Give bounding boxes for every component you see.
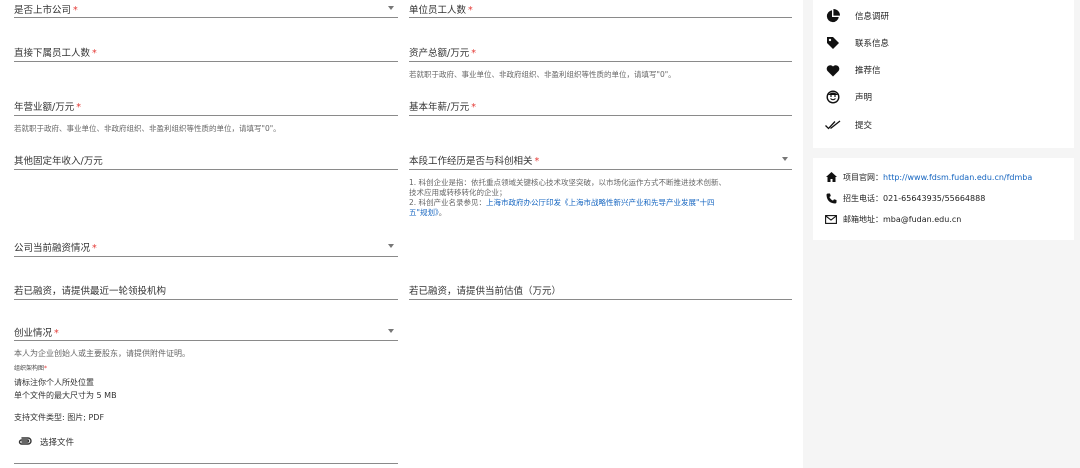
industry-plan-link-cont[interactable]: 五"规划》 [409,208,439,217]
total-assets-hint: 若就职于政府、事业单位、非政府组织、非盈利组织等性质的单位，请填写"0"。 [409,70,676,79]
mail-icon [825,213,837,225]
valuation-label: 若已融资，请提供当前估值（万元） [409,286,562,297]
website-link[interactable]: http://www.fdsm.fudan.edu.cn/fdmba [883,173,1032,182]
total-assets-label: 资产总额/万元 [409,48,470,59]
chevron-down-icon [388,244,394,248]
industry-list-prefix: 2. 科创产业名录参见： [409,198,487,207]
base-salary-input[interactable]: 基本年薪/万元 * [409,96,792,116]
tech-related-select[interactable]: 本段工作经历是否与科创相关 * [409,150,792,170]
direct-reports-label: 直接下属员工人数 [14,48,91,59]
email-row: 邮箱地址： mba@fudan.edu.cn [825,212,961,226]
startup-hint: 本人为企业创始人或主要股东，请提供附件证明。 [14,349,190,358]
other-income-input[interactable]: 其他固定年收入/万元 [14,150,398,170]
email-value[interactable]: mba@fudan.edu.cn [883,215,961,224]
nav-item-submit[interactable]: 提交 [825,117,872,133]
annual-revenue-input[interactable]: 年营业额/万元 * [14,96,398,116]
contact-card: 项目官网： http://www.fdsm.fudan.edu.cn/fdmba… [813,158,1074,240]
lead-investor-input[interactable]: 若已融资，请提供最近一轮领投机构 [14,280,398,300]
paperclip-icon [18,436,32,449]
unit-employees-label: 单位员工人数 [409,5,467,16]
valuation-input[interactable]: 若已融资，请提供当前估值（万元） [409,280,792,300]
required-mark: * [76,102,81,113]
required-mark: * [534,156,540,167]
required-mark: * [468,5,473,16]
application-form: 是否上市公司 * 单位员工人数 * 直接下属员工人数 * 资产总额/万元 * 若就职于政… [0,0,800,468]
required-mark: * [471,102,476,113]
other-income-label: 其他固定年收入/万元 [14,156,103,167]
nav-item-statement[interactable]: 声明 [825,89,872,105]
choose-file-button[interactable]: 选择文件 [18,434,74,450]
org-chart-label: 组织架构图* [14,365,48,372]
chevron-down-icon [388,6,394,10]
pie-chart-icon [825,8,841,24]
listed-company-select[interactable]: 是否上市公司 * [14,0,398,18]
nav-item-recommendation[interactable]: 推荐信 [825,62,881,78]
phone-row: 招生电话： 021-65643935/55664888 [825,191,985,205]
nav-card: 信息调研 联系信息 推荐信 声明 提交 [813,0,1074,148]
phone-value: 021-65643935/55664888 [883,193,986,203]
unit-employees-input[interactable]: 单位员工人数 * [409,0,792,18]
lead-investor-label: 若已融资，请提供最近一轮领投机构 [14,286,167,297]
face-icon [825,89,841,105]
required-mark: * [54,328,59,339]
direct-reports-input[interactable]: 直接下属员工人数 * [14,42,398,62]
chevron-down-icon [782,157,788,161]
required-mark: * [92,48,97,59]
financing-label: 公司当前融资情况 [14,243,91,254]
tech-related-hint-3: 2. 科创产业名录参见：上海市政府办公厅印发《上海市战略性新兴产业和先导产业发展… [409,198,715,208]
required-mark: * [471,48,476,59]
org-chart-note-2: 单个文件的最大尺寸为 5 MB [14,391,117,400]
org-chart-note-3: 支持文件类型: 图片; PDF [14,413,105,422]
tech-related-hint-2: 技术应用或转移转化的企业； [409,188,507,197]
listed-company-label: 是否上市公司 [14,5,72,16]
tag-icon [825,35,841,51]
financing-select[interactable]: 公司当前融资情况 * [14,237,398,257]
base-salary-label: 基本年薪/万元 [409,102,470,113]
nav-item-survey[interactable]: 信息调研 [825,8,889,24]
phone-icon [825,192,837,204]
hint-period: 。 [438,208,447,217]
required-mark: * [73,5,78,16]
tech-related-hint-4: 五"规划》。 [409,208,446,218]
startup-select[interactable]: 创业情况 * [14,321,398,341]
annual-revenue-label: 年营业额/万元 [14,102,75,113]
required-mark: * [92,243,97,254]
tech-related-label: 本段工作经历是否与科创相关 [409,156,533,167]
annual-revenue-hint: 若就职于政府、事业单位、非政府组织、非盈利组织等性质的单位，请填写"0"。 [14,124,281,133]
chevron-down-icon [388,329,394,333]
home-icon [825,171,837,183]
website-row: 项目官网： http://www.fdsm.fudan.edu.cn/fdmba [825,170,1032,184]
upload-divider [14,463,398,464]
choose-file-label: 选择文件 [40,438,75,448]
startup-label: 创业情况 [14,328,53,339]
double-check-icon [825,117,841,133]
industry-plan-link[interactable]: 上海市政府办公厅印发《上海市战略性新兴产业和先导产业发展"十四 [486,198,714,207]
total-assets-input[interactable]: 资产总额/万元 * [409,42,792,62]
tech-related-hint-1: 1. 科创企业是指：依托重点领域关键核心技术攻坚突破，以市场化运作方式不断推进技… [409,178,727,187]
heart-icon [825,62,841,78]
nav-item-contact[interactable]: 联系信息 [825,35,889,51]
org-chart-note-1: 请标注你个人所处位置 [14,378,94,387]
right-sidebar: 信息调研 联系信息 推荐信 声明 提交 项目官网： http://www.fds… [803,0,1080,468]
